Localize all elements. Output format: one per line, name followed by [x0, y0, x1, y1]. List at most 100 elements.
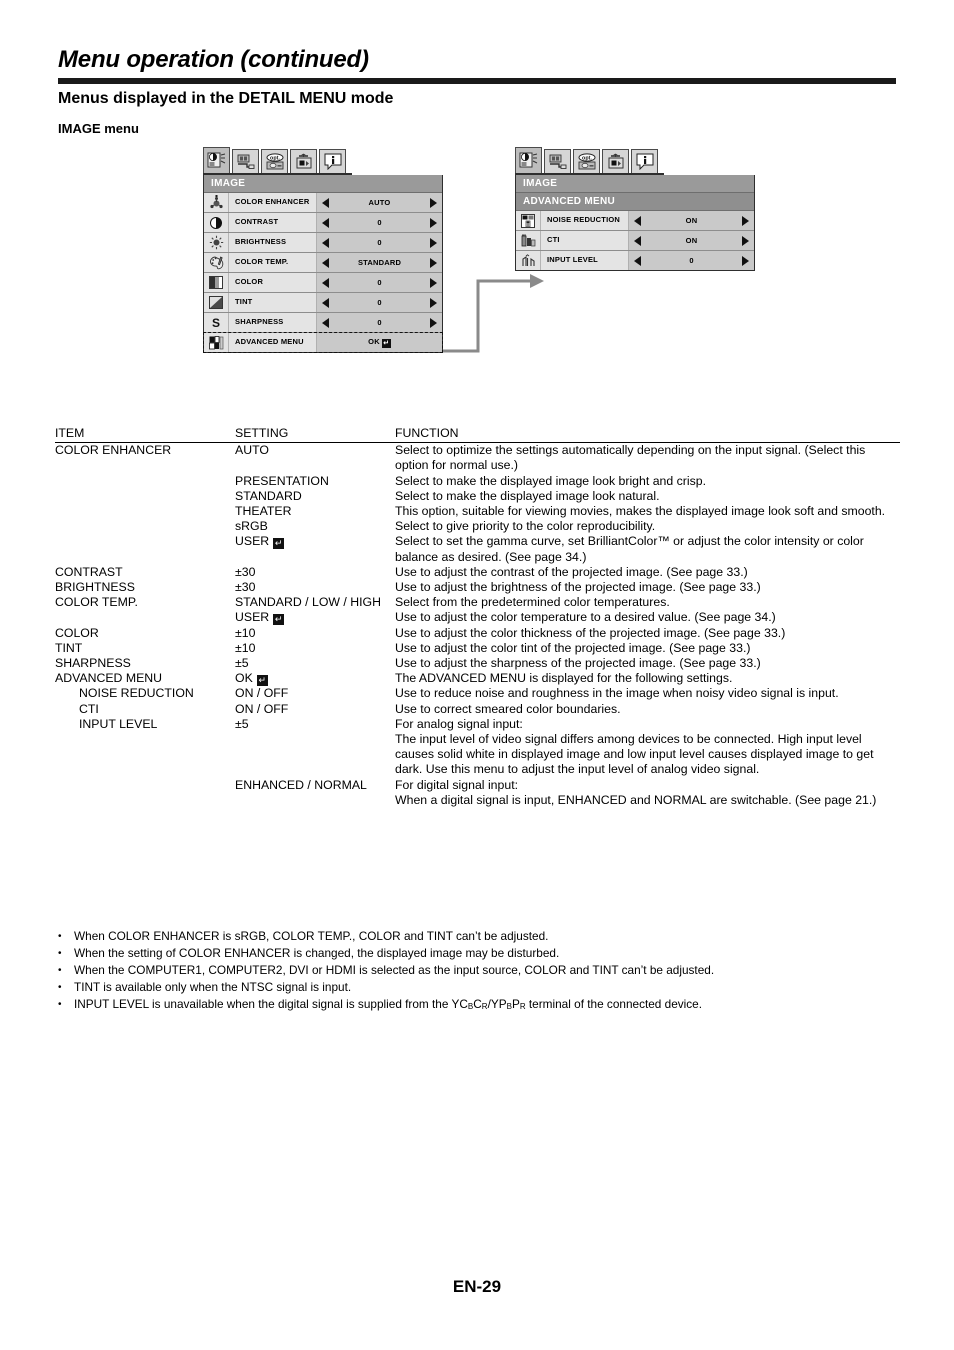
left-arrow-icon[interactable] [634, 255, 641, 266]
information-tab[interactable] [631, 149, 658, 173]
info-icon [636, 153, 653, 170]
cell-setting: ±30 [235, 580, 256, 595]
osd-subtitle: ADVANCED MENU [516, 193, 754, 211]
enter-key-icon: ↵ [273, 614, 285, 626]
osd-row-noise-reduction[interactable]: NOISE REDUCTION ON [516, 211, 754, 231]
osd-row-value[interactable]: ON [628, 231, 754, 250]
right-arrow-icon[interactable] [430, 237, 437, 248]
osd-row-cti[interactable]: CTI ON [516, 231, 754, 251]
information-tab[interactable] [319, 149, 346, 173]
cell-item: COLOR TEMP. [55, 595, 138, 610]
info-icon [324, 153, 341, 170]
right-arrow-icon[interactable] [430, 277, 437, 288]
option-tab[interactable]: opt. [261, 149, 288, 173]
osd-row-value[interactable]: OK ↵ [316, 333, 442, 352]
cell-item: CONTRAST [55, 564, 123, 579]
osd-row-tint[interactable]: TINT 0 [204, 293, 442, 313]
installation-tab[interactable] [544, 149, 571, 173]
right-arrow-icon[interactable] [430, 297, 437, 308]
cell-item: INPUT LEVEL [79, 716, 158, 731]
cell-function: This option, suitable for viewing movies… [395, 504, 900, 519]
cell-setting: ±30 [235, 564, 256, 579]
value-text: 0 [377, 318, 382, 327]
image-tab[interactable] [203, 147, 230, 173]
right-arrow-icon[interactable] [430, 197, 437, 208]
value-text: 0 [377, 278, 382, 287]
left-arrow-icon[interactable] [322, 237, 329, 248]
color-enhancer-icon [204, 193, 229, 212]
left-arrow-icon[interactable] [322, 277, 329, 288]
right-arrow-icon[interactable] [742, 235, 749, 246]
svg-text:opt.: opt. [582, 156, 592, 162]
feature-tab[interactable] [602, 149, 629, 173]
osd-row-contrast[interactable]: CONTRAST 0 [204, 213, 442, 233]
right-arrow-icon[interactable] [430, 317, 437, 328]
osd-row-value[interactable]: 0 [316, 273, 442, 292]
osd-tab-bar[interactable]: opt. [203, 147, 352, 175]
cell-setting: ±10 [235, 640, 256, 655]
osd-row-advanced-menu[interactable]: ADVANCED MENU OK ↵ [203, 332, 443, 353]
table-row: COLOR ENHANCER AUTO Select to optimize the… [55, 443, 900, 473]
osd-row-value[interactable]: 0 [316, 313, 442, 332]
table-row: NOISE REDUCTION ON / OFF Use to reduce noi… [55, 686, 900, 701]
right-arrow-icon[interactable] [742, 215, 749, 226]
osd-row-value[interactable]: 0 [316, 293, 442, 312]
label-text: BRIGHTNESS [235, 237, 287, 247]
left-arrow-icon[interactable] [634, 235, 641, 246]
settings-table: ITEM SETTING FUNCTION COLOR ENHANCER AUTO… [55, 426, 900, 808]
osd-row-sharpness[interactable]: S SHARPNESS 0 [204, 313, 442, 333]
cell-item: NOISE REDUCTION [79, 686, 194, 701]
osd-row-value[interactable]: STANDARD [316, 253, 442, 272]
left-arrow-icon[interactable] [322, 197, 329, 208]
notes-list: • When COLOR ENHANCER is sRGB, COLOR TEMP… [58, 928, 918, 1015]
page-number: EN-29 [452, 1277, 502, 1296]
table-row: USER ↵ Use to adjust the color temperature… [55, 610, 900, 626]
osd-row-color-temp[interactable]: COLOR TEMP. STANDARD [204, 253, 442, 273]
osd-row-value[interactable]: AUTO [316, 193, 442, 212]
feature-tab[interactable] [290, 149, 317, 173]
osd-row-value[interactable]: ON [628, 211, 754, 230]
cell-setting: PRESENTATION [235, 473, 329, 488]
cell-function: Select to give priority to the color rep… [395, 519, 900, 534]
right-arrow-icon[interactable] [430, 257, 437, 268]
option-tab[interactable]: opt. [573, 149, 600, 173]
enter-key-icon: ↵ [256, 675, 268, 687]
cell-setting: STANDARD [235, 488, 302, 503]
function-line: Use to adjust the color tint of the proj… [395, 640, 751, 655]
osd-tab-bar[interactable]: opt. [515, 147, 664, 175]
bullet-icon: • [58, 931, 62, 942]
osd-row-input-level[interactable]: INPUT LEVEL 0 [516, 251, 754, 270]
function-line: Select to make the displayed image look … [395, 488, 660, 503]
left-arrow-icon[interactable] [322, 317, 329, 328]
note-item: • When the setting of COLOR ENHANCER is c… [58, 945, 918, 962]
left-arrow-icon[interactable] [322, 297, 329, 308]
left-arrow-icon[interactable] [322, 257, 329, 268]
cell-function: Use to adjust the brightness of the proj… [395, 580, 900, 595]
left-arrow-icon[interactable] [322, 217, 329, 228]
osd-row-value[interactable]: 0 [628, 251, 754, 270]
left-arrow-icon[interactable] [634, 215, 641, 226]
note-item: • When the COMPUTER1, COMPUTER2, DVI or H… [58, 962, 918, 979]
right-arrow-icon[interactable] [742, 255, 749, 266]
cell-item: COLOR [55, 625, 99, 640]
cell-function: Select to set the gamma curve, set Brill… [395, 534, 900, 564]
function-line: Select to give priority to the color rep… [395, 519, 656, 534]
cell-setting: sRGB [235, 519, 268, 534]
opt-icon: opt. [266, 153, 283, 170]
osd-row-brightness[interactable]: BRIGHTNESS 0 [204, 233, 442, 253]
note-text: INPUT LEVEL is unavailable when the digi… [74, 997, 703, 1012]
cell-setting: ±5 [235, 716, 249, 731]
note-text: When the setting of COLOR ENHANCER is ch… [74, 946, 560, 960]
osd-row-color-enhancer[interactable]: COLOR ENHANCER AUTO [204, 193, 442, 213]
label-text: TINT [235, 297, 253, 307]
note-text: TINT is available only when the NTSC sig… [74, 980, 352, 994]
label-text: CONTRAST [235, 217, 279, 227]
installation-tab[interactable] [232, 149, 259, 173]
osd-row-color[interactable]: COLOR 0 [204, 273, 442, 293]
image-tab[interactable] [515, 147, 542, 173]
osd-row-value[interactable]: 0 [316, 213, 442, 232]
right-arrow-icon[interactable] [430, 217, 437, 228]
osd-row-value[interactable]: 0 [316, 233, 442, 252]
installation-icon [549, 154, 566, 169]
feature-icon [608, 153, 623, 169]
